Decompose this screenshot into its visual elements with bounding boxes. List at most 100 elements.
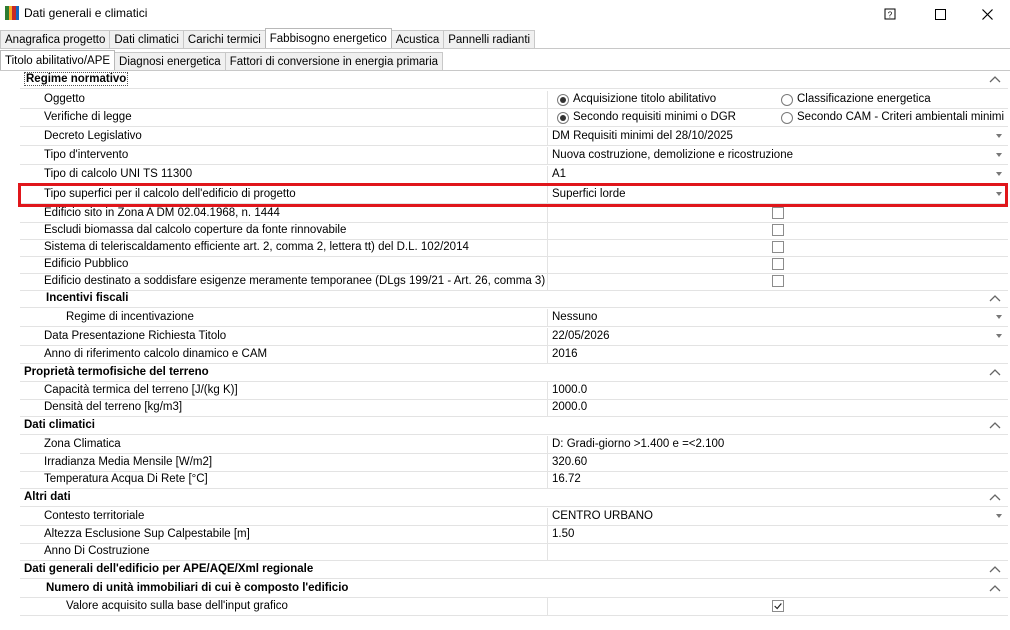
- category-row[interactable]: Proprietà termofisiche del terreno: [0, 364, 1008, 382]
- property-row[interactable]: Tipo di calcolo UNI TS 11300 A1: [0, 166, 1008, 184]
- property-row[interactable]: Anno Di Costruzione: [0, 543, 1008, 561]
- chevron-up-icon[interactable]: [988, 73, 1002, 87]
- checkbox[interactable]: [772, 258, 784, 270]
- property-row[interactable]: Decreto Legislativo DM Requisiti minimi d…: [0, 128, 1008, 146]
- title-bar: Dati generali e climatici ?: [0, 0, 1010, 28]
- help-button[interactable]: ?: [867, 0, 913, 28]
- main-tab-5[interactable]: Pannelli radianti: [443, 30, 536, 49]
- property-row[interactable]: Altezza Esclusione Sup Calpestabile [m] 1…: [0, 526, 1008, 544]
- dropdown-field[interactable]: CENTRO URBANO: [548, 508, 1008, 526]
- property-row[interactable]: Edificio sito in Zona A DM 02.04.1968, n…: [0, 205, 1008, 223]
- checkbox[interactable]: [772, 224, 784, 236]
- checkbox[interactable]: [772, 207, 784, 219]
- property-row[interactable]: Sistema di teleriscaldamento efficiente …: [0, 239, 1008, 257]
- main-tab-1[interactable]: Dati climatici: [109, 30, 184, 49]
- dropdown-arrow-icon[interactable]: [996, 192, 1002, 196]
- radio-group[interactable]: Secondo requisiti minimi o DGR Secondo CA…: [548, 109, 1008, 127]
- dropdown-field[interactable]: 22/05/2026: [548, 328, 1008, 346]
- dropdown-arrow-icon[interactable]: [996, 315, 1002, 319]
- category-row[interactable]: Numero di unità immobiliari di cui è com…: [0, 580, 1008, 598]
- property-row[interactable]: Verifiche di legge Secondo requisiti mini…: [0, 109, 1008, 127]
- checkbox[interactable]: [772, 600, 784, 612]
- checkbox-cell[interactable]: [548, 239, 1008, 257]
- checkbox-cell[interactable]: [548, 598, 1008, 616]
- property-label: Edificio sito in Zona A DM 02.04.1968, n…: [20, 205, 548, 223]
- value-field[interactable]: 320.60: [548, 454, 1008, 472]
- category-row[interactable]: Altri dati: [0, 489, 1008, 507]
- property-row[interactable]: Zona Climatica D: Gradi-giorno >1.400 e =…: [0, 436, 1008, 454]
- property-row[interactable]: Oggetto Acquisizione titolo abilitativo Cl…: [0, 91, 1008, 109]
- property-row[interactable]: Tipo superfici per il calcolo dell'edifi…: [0, 186, 1008, 204]
- dropdown-field[interactable]: Nuova costruzione, demolizione e ricostr…: [548, 147, 1008, 165]
- property-label: Edificio destinato a soddisfare esigenze…: [20, 273, 548, 291]
- property-row[interactable]: Temperatura Acqua Di Rete [°C] 16.72: [0, 471, 1008, 489]
- dropdown-arrow-icon[interactable]: [996, 153, 1002, 157]
- sub-tab-1[interactable]: Diagnosi energetica: [114, 52, 226, 71]
- category-row[interactable]: Dati generali dell'edificio per APE/AQE/…: [0, 561, 1008, 579]
- property-row[interactable]: Capacità termica del terreno [J/(kg K)] 1…: [0, 382, 1008, 400]
- value-field[interactable]: 1.50: [548, 526, 1008, 544]
- radio-group[interactable]: Acquisizione titolo abilitativo Classific…: [548, 91, 1008, 109]
- dropdown-arrow-icon[interactable]: [996, 134, 1002, 138]
- property-label: Temperatura Acqua Di Rete [°C]: [20, 471, 548, 489]
- dropdown-arrow-icon[interactable]: [996, 172, 1002, 176]
- radio-option-2[interactable]: [781, 112, 793, 124]
- dropdown-arrow-icon[interactable]: [996, 334, 1002, 338]
- category-row[interactable]: Regime normativo: [0, 71, 1008, 89]
- main-tab-0[interactable]: Anagrafica progetto: [0, 30, 111, 49]
- dropdown-field[interactable]: Nessuno: [548, 309, 1008, 327]
- dropdown-field[interactable]: A1: [548, 166, 1008, 184]
- value-field[interactable]: 2016: [548, 346, 1008, 364]
- checkbox-cell[interactable]: [548, 256, 1008, 274]
- radio-option-2[interactable]: [781, 94, 793, 106]
- category-label: Dati generali dell'edificio per APE/AQE/…: [20, 561, 1008, 579]
- value-field[interactable]: 1000.0: [548, 382, 1008, 400]
- radio-option-1[interactable]: [557, 94, 569, 106]
- close-button[interactable]: [964, 0, 1010, 28]
- value-field[interactable]: D: Gradi-giorno >1.400 e =<2.100: [548, 436, 1008, 454]
- maximize-button[interactable]: [917, 0, 963, 28]
- sub-tab-2[interactable]: Fattori di conversione in energia primar…: [224, 52, 444, 71]
- property-label: Tipo d'intervento: [20, 147, 548, 165]
- chevron-up-icon[interactable]: [988, 292, 1002, 306]
- checkbox-cell[interactable]: [548, 222, 1008, 240]
- value-field[interactable]: [548, 543, 1008, 561]
- property-row[interactable]: Tipo d'intervento Nuova costruzione, demo…: [0, 147, 1008, 165]
- sub-tab-0[interactable]: Titolo abilitativo/APE: [0, 50, 116, 71]
- checkbox-cell[interactable]: [548, 205, 1008, 223]
- property-row[interactable]: Edificio Pubblico: [0, 256, 1008, 274]
- property-row[interactable]: Anno di riferimento calcolo dinamico e C…: [0, 346, 1008, 364]
- close-icon: [981, 8, 993, 20]
- value-field[interactable]: 16.72: [548, 471, 1008, 489]
- category-row[interactable]: Dati climatici: [0, 417, 1008, 435]
- main-tab-2[interactable]: Carichi termici: [182, 30, 266, 49]
- chevron-up-icon[interactable]: [988, 366, 1002, 380]
- dropdown-field[interactable]: DM Requisiti minimi del 28/10/2025: [548, 128, 1008, 146]
- checkbox-cell[interactable]: [548, 273, 1008, 291]
- property-row[interactable]: Escludi biomassa dal calcolo coperture d…: [0, 222, 1008, 240]
- app-icon: [5, 6, 19, 20]
- radio-option-1[interactable]: [557, 112, 569, 124]
- property-label: Zona Climatica: [20, 436, 548, 454]
- property-row[interactable]: Data Presentazione Richiesta Titolo 22/05…: [0, 328, 1008, 346]
- property-row[interactable]: Irradianza Media Mensile [W/m2] 320.60: [0, 454, 1008, 472]
- main-tab-3[interactable]: Fabbisogno energetico: [264, 28, 392, 49]
- chevron-up-icon[interactable]: [988, 563, 1002, 577]
- main-tab-4[interactable]: Acustica: [390, 30, 445, 49]
- property-row[interactable]: Edificio destinato a soddisfare esigenze…: [0, 273, 1008, 291]
- dropdown-arrow-icon[interactable]: [996, 514, 1002, 518]
- chevron-up-icon[interactable]: [988, 582, 1002, 596]
- property-label: Regime di incentivazione: [20, 309, 548, 327]
- checkbox[interactable]: [772, 241, 784, 253]
- property-row[interactable]: Valore acquisito sulla base dell'input g…: [0, 598, 1008, 616]
- category-label: Incentivi fiscali: [20, 290, 1008, 308]
- property-row[interactable]: Densità del terreno [kg/m3] 2000.0: [0, 399, 1008, 417]
- chevron-up-icon[interactable]: [988, 491, 1002, 505]
- property-row[interactable]: Regime di incentivazione Nessuno: [0, 309, 1008, 327]
- category-row[interactable]: Incentivi fiscali: [0, 290, 1008, 308]
- property-row[interactable]: Contesto territoriale CENTRO URBANO: [0, 508, 1008, 526]
- dropdown-field[interactable]: Superfici lorde: [548, 186, 1008, 204]
- value-field[interactable]: 2000.0: [548, 399, 1008, 417]
- chevron-up-icon[interactable]: [988, 419, 1002, 433]
- checkbox[interactable]: [772, 275, 784, 287]
